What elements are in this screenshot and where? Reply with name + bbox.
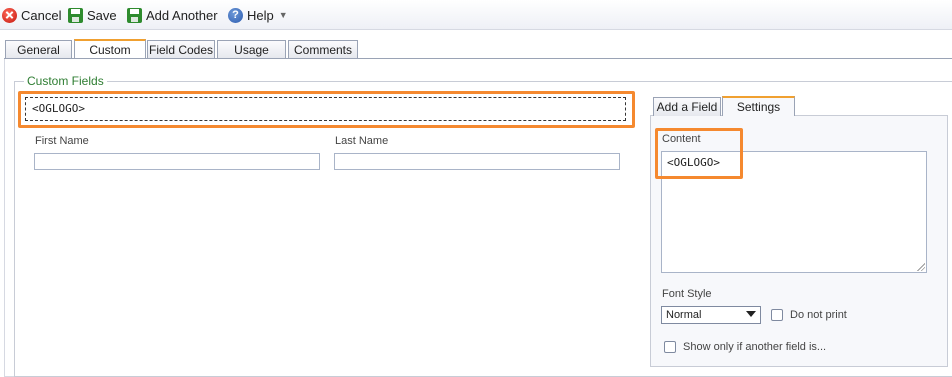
tab-settings[interactable]: Settings [722, 96, 795, 116]
last-name-input[interactable] [334, 153, 620, 170]
tab-general[interactable]: General [5, 40, 72, 58]
first-name-label: First Name [35, 135, 89, 147]
help-menu-button[interactable]: ? Help ▼ [228, 5, 288, 25]
cancel-label: Cancel [21, 7, 62, 23]
tab-usage-label: Usage [234, 43, 269, 57]
tab-settings-label: Settings [736, 100, 781, 114]
font-style-value: Normal [666, 309, 702, 321]
chevron-down-icon: ▼ [278, 10, 288, 20]
logo-field[interactable]: <OGLOGO> [25, 97, 626, 121]
help-icon: ? [228, 7, 243, 23]
tab-field-codes[interactable]: Field Codes [147, 40, 215, 58]
content-highlight [655, 128, 743, 179]
add-another-button[interactable]: Add Another [127, 5, 218, 25]
resize-grip-icon[interactable] [917, 263, 925, 271]
tab-field-codes-label: Field Codes [148, 43, 214, 57]
add-another-label: Add Another [146, 7, 218, 23]
tab-add-a-field[interactable]: Add a Field [653, 97, 721, 116]
custom-fields-legend: Custom Fields [24, 74, 107, 88]
tab-comments[interactable]: Comments [288, 40, 358, 58]
cancel-button[interactable]: Cancel [2, 5, 61, 25]
save-label: Save [87, 7, 117, 23]
show-only-label: Show only if another field is... [683, 341, 827, 353]
font-style-select[interactable]: Normal [661, 306, 761, 324]
toolbar: Cancel Save Add Another ? Help ▼ [0, 0, 952, 30]
tab-custom[interactable]: Custom [74, 39, 146, 59]
do-not-print-label: Do not print [790, 309, 847, 321]
font-style-label: Font Style [662, 288, 712, 300]
cancel-icon [2, 7, 17, 23]
show-only-checkbox[interactable] [664, 341, 676, 353]
first-name-input[interactable] [34, 153, 320, 170]
tab-add-a-field-label: Add a Field [656, 100, 718, 114]
help-label: Help [247, 7, 274, 23]
do-not-print-checkbox[interactable] [771, 309, 783, 321]
add-another-icon [127, 7, 142, 23]
tab-general-label: General [17, 43, 60, 57]
save-icon [68, 7, 83, 23]
save-button[interactable]: Save [68, 5, 117, 25]
tab-usage[interactable]: Usage [217, 40, 286, 58]
last-name-label: Last Name [335, 135, 389, 147]
tab-custom-label: Custom [89, 43, 131, 57]
tab-comments-label: Comments [293, 43, 352, 57]
chevron-down-icon [746, 311, 756, 317]
